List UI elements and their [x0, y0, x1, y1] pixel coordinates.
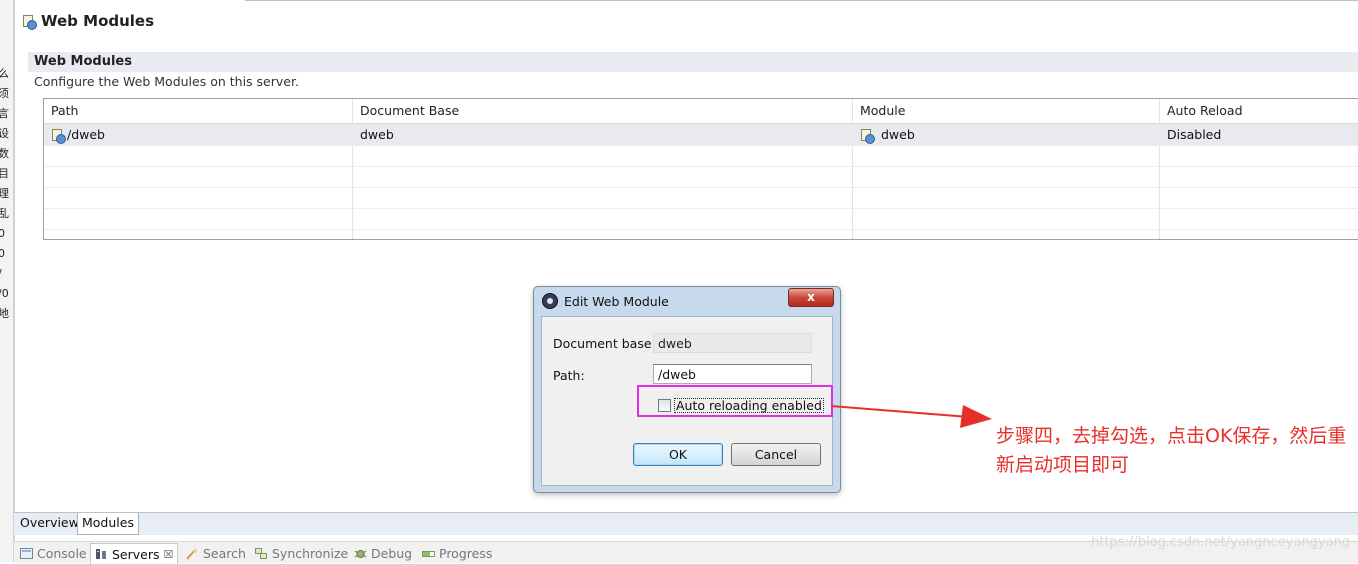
strip-char: 数 — [0, 144, 13, 164]
empty-row — [44, 166, 1358, 188]
strip-char: 乱 — [0, 204, 13, 224]
console-icon — [20, 547, 33, 559]
empty-row — [44, 145, 1358, 167]
tab-debug[interactable]: Debug — [354, 546, 412, 561]
search-icon — [186, 548, 197, 560]
editor-page-title: Web Modules — [22, 10, 154, 32]
strip-char: 0 — [0, 244, 13, 264]
tab-console[interactable]: Console — [20, 546, 87, 561]
tab-label: Debug — [371, 546, 413, 561]
table-row[interactable]: /dweb dweb dweb Disabled — [44, 124, 1358, 146]
debug-icon — [354, 549, 367, 558]
editor-tab-bar: Overview Modules — [14, 512, 1358, 535]
web-module-icon — [51, 128, 66, 144]
watermark: https://blog.csdn.net/yangnceyangyang — [1091, 535, 1350, 550]
path-input[interactable]: /dweb — [653, 364, 812, 384]
table-header: Path Document Base Module Auto Reload — [44, 99, 1358, 124]
column-header-auto-reload[interactable]: Auto Reload — [1160, 99, 1358, 123]
page-title: Web Modules — [41, 12, 155, 30]
empty-row — [44, 187, 1358, 209]
close-button[interactable]: x — [788, 288, 834, 307]
strip-char: 地 — [0, 304, 13, 324]
section-description: Configure the Web Modules on this server… — [34, 74, 299, 89]
strip-char: 言 — [0, 104, 13, 124]
editor-top-border — [245, 0, 1358, 1]
column-header-module[interactable]: Module — [853, 99, 1159, 123]
tab-label: Progress — [439, 546, 493, 561]
dialog-title-bar: Edit Web Module — [542, 293, 669, 309]
section-header: Web Modules — [28, 52, 1358, 72]
web-modules-table: Path Document Base Module Auto Reload /d… — [43, 98, 1358, 240]
tab-modules[interactable]: Modules — [77, 513, 139, 535]
tab-label: Console — [37, 546, 87, 561]
section-title: Web Modules — [34, 54, 132, 69]
tab-servers[interactable]: Servers ☒ — [90, 543, 179, 564]
dialog-title: Edit Web Module — [564, 293, 669, 309]
strip-char: 理 — [0, 184, 13, 204]
strip-char: / — [0, 264, 13, 284]
tab-label: Synchronize — [272, 546, 349, 561]
eclipse-icon — [542, 293, 558, 309]
strip-char: /0 — [0, 287, 9, 300]
tab-synchronize[interactable]: Synchronize — [255, 546, 348, 561]
strip-char: 么 — [0, 64, 13, 84]
web-module-icon — [860, 128, 875, 144]
annotation-text: 步骤四，去掉勾选，点击OK保存，然后重新启动项目即可 — [996, 425, 1347, 476]
annotation-arrow — [830, 405, 992, 428]
cancel-button[interactable]: Cancel — [731, 443, 821, 466]
tab-overview[interactable]: Overview — [16, 513, 83, 534]
cell-module: dweb — [853, 124, 1159, 145]
strip-char: 0 — [0, 224, 13, 244]
module-value: dweb — [881, 127, 915, 142]
strip-char: 须 — [0, 84, 13, 104]
left-panel-strip: 么 须 言 设 数 目 理 乱 0 0 / /0 地 — [0, 0, 15, 562]
progress-icon — [422, 550, 435, 557]
strip-char: 设 — [0, 124, 13, 144]
document-base-field: dweb — [653, 333, 812, 353]
web-module-icon — [22, 14, 37, 30]
column-header-document-base[interactable]: Document Base — [353, 99, 852, 123]
cell-auto-reload: Disabled — [1167, 127, 1222, 142]
tab-search[interactable]: Search — [186, 546, 246, 561]
cell-document-base: dweb — [360, 127, 394, 142]
tab-label: Servers — [112, 546, 160, 562]
cell-path: /dweb — [44, 124, 352, 145]
tab-progress[interactable]: Progress — [422, 546, 492, 561]
strip-char: 目 — [0, 164, 13, 184]
document-base-label: Document base: — [553, 336, 656, 351]
path-value: /dweb — [67, 127, 105, 142]
empty-row — [44, 208, 1358, 230]
servers-icon — [96, 549, 106, 559]
tab-label: Search — [203, 546, 246, 561]
column-header-path[interactable]: Path — [44, 99, 352, 123]
path-label: Path: — [553, 368, 585, 383]
annotation-highlight-box — [637, 385, 833, 417]
close-icon[interactable]: ☒ — [164, 548, 174, 561]
synchronize-icon — [255, 547, 267, 559]
ok-button[interactable]: OK — [633, 443, 723, 466]
